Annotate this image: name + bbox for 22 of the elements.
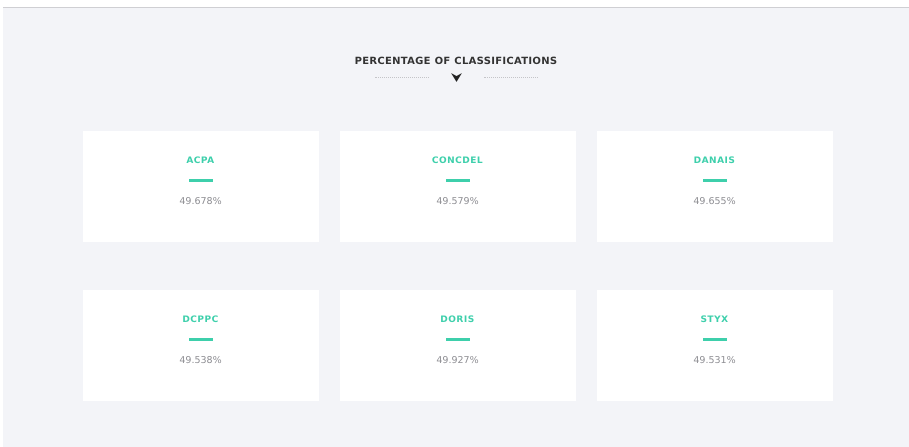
card-title: DCPPC [182,315,219,325]
accent-bar [188,338,212,341]
accent-bar [188,179,212,182]
percentage-value: 49.927% [436,355,479,366]
accent-bar [702,338,726,341]
dotted-rule [374,77,428,78]
card-title: CONCDEL [432,156,484,166]
card-title: STYX [700,315,729,325]
accent-bar [446,338,470,341]
card-title: DANAIS [694,156,736,166]
caret-down-icon [450,73,462,82]
percentage-value: 49.655% [693,196,736,207]
card-title: ACPA [186,156,215,166]
section-title: PERCENTAGE OF CLASSIFICATIONS [354,56,558,67]
accent-bar [702,179,726,182]
percentage-value: 49.538% [179,355,222,366]
percentage-value: 49.579% [436,196,479,207]
card-title: DORIS [440,315,475,325]
percentage-value: 49.531% [693,355,736,366]
accent-bar [446,179,470,182]
dotted-rule [484,77,538,78]
percentage-value: 49.678% [179,196,222,207]
